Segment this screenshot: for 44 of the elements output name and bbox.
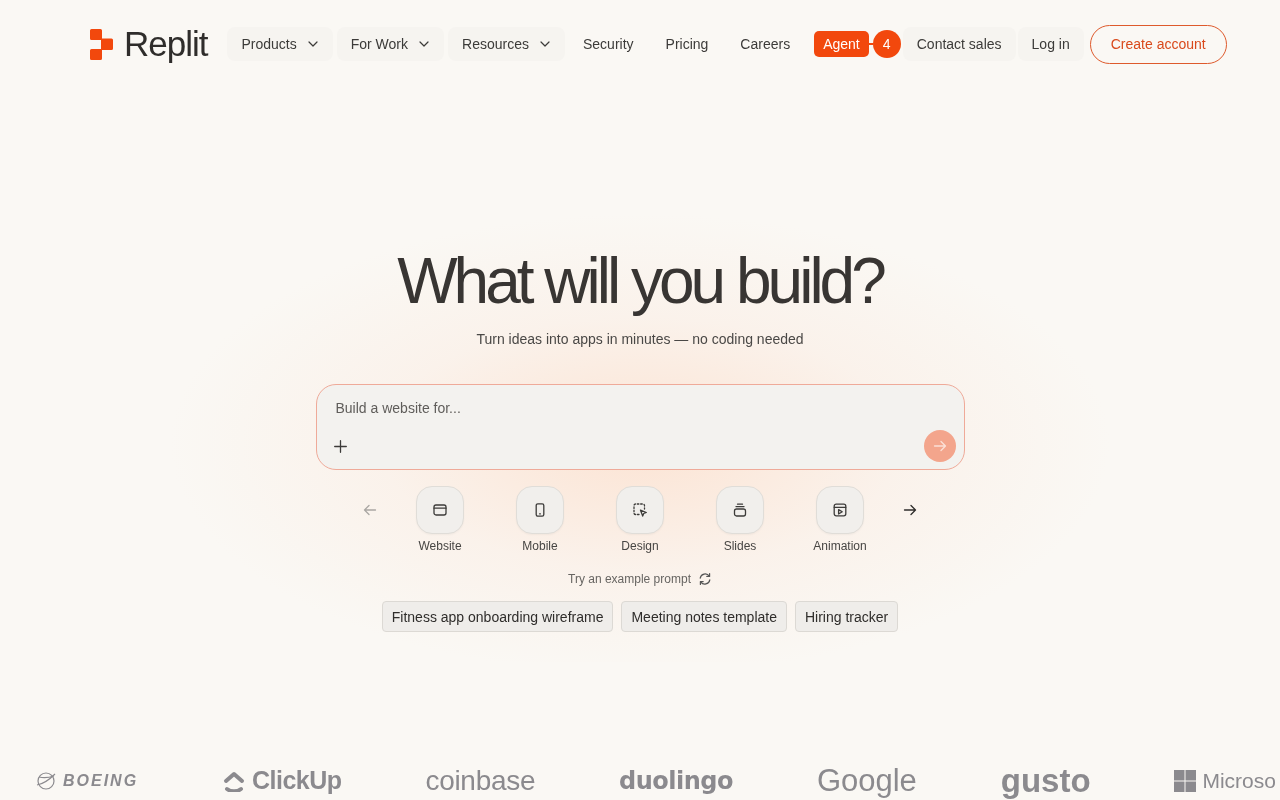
logo-link[interactable]: Replit: [90, 24, 208, 64]
stacked-layers-icon: [732, 502, 748, 518]
agent-button[interactable]: Agent: [814, 31, 869, 57]
nav-dropdown[interactable]: For Work: [336, 27, 445, 61]
browser-window-icon: [432, 502, 448, 518]
add-button[interactable]: [333, 439, 347, 453]
nav-link[interactable]: Pricing: [651, 27, 723, 61]
play-window-icon: [832, 502, 848, 518]
count-badge: 4: [872, 30, 901, 58]
nav-link[interactable]: Contact sales: [902, 27, 1016, 61]
category-button[interactable]: Mobile: [500, 486, 580, 554]
example-prompt-label: Try an example prompt: [568, 571, 691, 588]
nav-dropdown[interactable]: Resources: [448, 27, 565, 61]
nav-dropdown[interactable]: Products: [227, 27, 333, 61]
category-button[interactable]: Design: [600, 486, 680, 554]
dashed-cursor-icon: [632, 502, 648, 518]
company-logo: coinbase: [425, 765, 536, 797]
nav-link[interactable]: Log in: [1017, 27, 1084, 61]
hero-subtitle: Turn ideas into apps in minutes — no coding needed: [476, 330, 804, 349]
prompt-field[interactable]: Build a website for...: [335, 398, 936, 420]
globe-swoosh-icon: [35, 771, 57, 791]
logo-icon: [90, 28, 113, 60]
nav-link[interactable]: Careers: [726, 27, 805, 61]
company-logo: gusto: [1000, 762, 1091, 800]
arrow-left-icon: [363, 503, 377, 517]
hero-title: What will you build?: [397, 246, 883, 316]
nav-link[interactable]: Security: [568, 27, 648, 61]
example-prompt-chip[interactable]: Meeting notes template: [621, 601, 787, 632]
plus-icon: [333, 439, 347, 453]
arrow-right-icon: [932, 439, 947, 453]
example-prompt-chip[interactable]: Fitness app onboarding wireframe: [381, 601, 614, 632]
company-logo: Microso: [1202, 769, 1276, 793]
category-button[interactable]: Animation: [800, 486, 880, 554]
four-squares-icon: [1174, 770, 1197, 792]
company-logo: Google: [816, 763, 917, 799]
company-logo: ClickUp: [252, 767, 342, 795]
category-button[interactable]: Website: [400, 486, 480, 554]
company-logo: BOEING: [63, 772, 139, 790]
company-logo: duolingo: [619, 767, 733, 795]
example-prompt-chip[interactable]: Hiring tracker: [794, 601, 899, 632]
chevron-up-icon: [222, 770, 246, 792]
arrow-right-icon: [903, 503, 917, 517]
category-button[interactable]: Slides: [700, 486, 780, 554]
refresh-icon[interactable]: [697, 572, 712, 586]
